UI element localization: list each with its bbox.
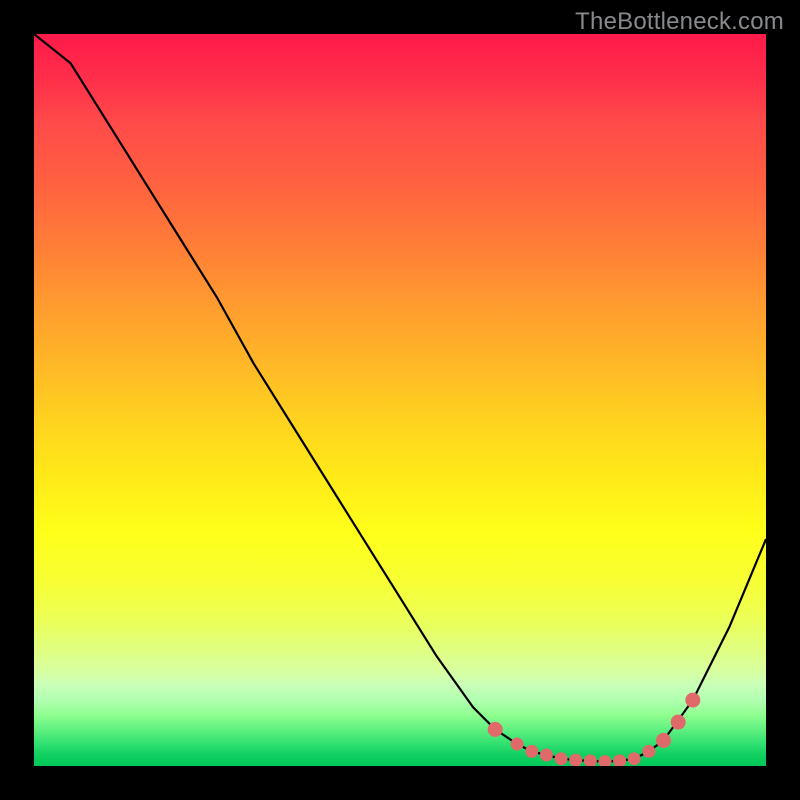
curve-marker [643, 745, 655, 757]
curve-marker [671, 715, 685, 729]
curve-marker [686, 693, 700, 707]
bottleneck-curve [34, 34, 766, 762]
curve-marker [511, 738, 523, 750]
curve-marker [628, 753, 640, 765]
chart-frame: TheBottleneck.com [0, 0, 800, 800]
curve-marker [526, 745, 538, 757]
curve-marker [614, 755, 626, 766]
curve-marker [570, 754, 582, 766]
curve-marker [555, 753, 567, 765]
curve-marker [540, 749, 552, 761]
plot-area [34, 34, 766, 766]
curve-marker [584, 755, 596, 766]
bottleneck-curve-layer [34, 34, 766, 766]
watermark-text: TheBottleneck.com [575, 8, 784, 36]
curve-marker [657, 733, 671, 747]
curve-marker [488, 722, 502, 736]
curve-marker [599, 756, 611, 766]
